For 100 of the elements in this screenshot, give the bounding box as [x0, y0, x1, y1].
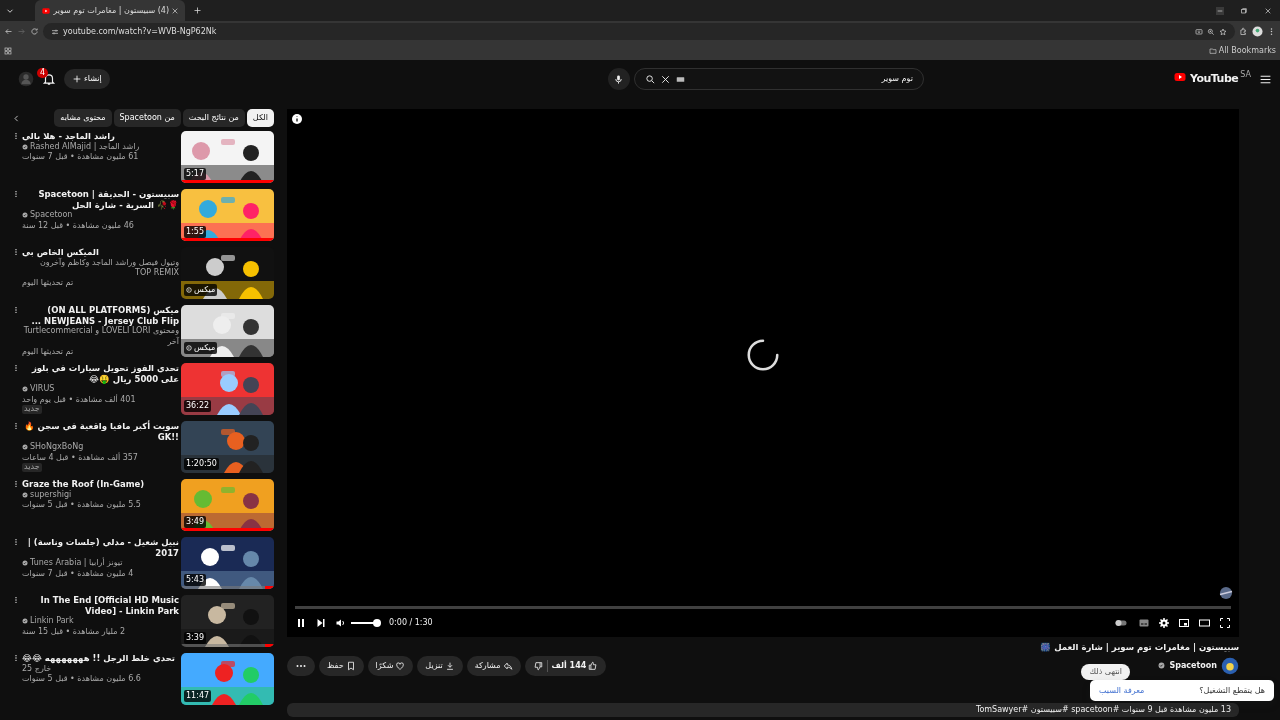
address-field[interactable]: youtube.com/watch?v=WVB-NgP62Nk	[63, 25, 217, 38]
browser-tab[interactable]: (4) سبيستون | مغامرات توم سوير	[35, 0, 185, 21]
more-options-icon[interactable]	[12, 653, 20, 663]
channel-name[interactable]: وتيول فيصل وراشد الماجد وكاظم وآخرون TOP REMIX	[22, 257, 179, 279]
mix-badge: ميكس	[184, 342, 218, 354]
save-button[interactable]: حفظ	[319, 655, 364, 676]
video-meta: تم تحديثها اليوم	[22, 278, 74, 289]
duration-badge: 3:49	[184, 516, 206, 528]
install-app-icon[interactable]	[1195, 27, 1203, 36]
more-options-icon[interactable]	[12, 131, 20, 141]
channel-name[interactable]: تيونز أرابيا | Tunes Arabia	[30, 558, 123, 569]
video-meta: 401 ألف مشاهدة • قبل يوم واحد	[22, 394, 136, 406]
video-title[interactable]: راشد الماجد - هلا بالي	[22, 131, 115, 142]
filter-chip[interactable]: من نتائج البحث	[182, 109, 245, 127]
keyboard-icon[interactable]	[674, 74, 686, 84]
video-title[interactable]: تحدي خلط الرجل !! هههههههه 😂😂	[22, 653, 175, 664]
channel-name[interactable]: SHoNgxBoNg	[30, 442, 84, 453]
minimize-icon[interactable]	[1216, 6, 1224, 15]
new-badge: جديد	[22, 405, 42, 414]
bookmarks-folder[interactable]: All Bookmarks	[1208, 45, 1276, 57]
video-description: 13 مليون مشاهدة قبل 9 سنوات #spacetoon #سبيستون #TomSawyer	[975, 703, 1231, 716]
reload-icon[interactable]	[30, 27, 39, 36]
more-options-icon[interactable]	[12, 363, 20, 373]
back-arrow-icon[interactable]	[4, 27, 13, 36]
clear-icon[interactable]	[659, 73, 671, 85]
bookmark-icon	[345, 660, 356, 671]
dislike-button[interactable]	[532, 660, 543, 671]
video-title[interactable]: Spacetoon | سبيستون - الحديقة السرية - شارة الحل 🥀🌹	[22, 189, 179, 211]
duration-badge: 11:47	[184, 690, 212, 702]
video-title[interactable]: ميكس (ON ALL PLATFORMS) NEWJEANS - Jersey Club Flip ...	[22, 305, 179, 327]
popup-question: هل يتقطع التشغيل؟	[1199, 684, 1265, 697]
video-meta: 61 مليون مشاهدة • قبل 7 سنوات	[22, 152, 139, 163]
new-badge: جديد	[22, 463, 42, 472]
apps-grid-icon[interactable]	[4, 47, 12, 55]
download-button[interactable]: تنزيل	[417, 655, 463, 676]
video-title[interactable]: In The End [Official HD Music Video] - Linkin Park	[22, 595, 179, 617]
fullscreen-icon[interactable]	[1219, 617, 1231, 629]
duration-badge: 3:39	[184, 632, 206, 644]
pause-icon[interactable]	[295, 617, 307, 629]
channel-name[interactable]: VIRUS	[30, 384, 55, 395]
channel-name[interactable]: Turtlecommercial و LOVELI LORI ومحتوى آخر	[22, 326, 179, 348]
channel-watermark-icon[interactable]	[1217, 584, 1235, 602]
filter-chip[interactable]: من Spacetoon	[113, 109, 181, 127]
channel-name[interactable]: خارج 25	[22, 663, 52, 674]
star-icon[interactable]	[1219, 27, 1227, 36]
volume-icon[interactable]	[335, 617, 347, 629]
close-icon[interactable]	[171, 6, 179, 15]
more-options-icon[interactable]	[12, 479, 20, 489]
more-options-icon[interactable]	[12, 305, 20, 315]
heart-icon	[395, 660, 406, 671]
video-title[interactable]: الميكس الخاص بي	[22, 247, 99, 258]
site-settings-icon[interactable]	[51, 27, 59, 36]
video-title[interactable]: نبيل شعيل - مدلي (جلسات وناسة) | 2017	[22, 537, 179, 559]
more-options-icon[interactable]	[12, 421, 20, 431]
theater-mode-icon[interactable]	[1198, 617, 1211, 629]
video-title[interactable]: تحدي الفوز تحويل سيارات في بلوز على 5000 ريال 🤑😂	[22, 363, 179, 385]
thumbs-down-icon	[532, 660, 543, 671]
search-icon[interactable]	[644, 73, 656, 85]
channel-name[interactable]: Spacetoon	[1169, 659, 1217, 672]
learn-why-link[interactable]: معرفة السبب	[1099, 684, 1145, 697]
avatar-icon[interactable]	[18, 71, 34, 87]
download-icon	[444, 660, 455, 671]
channel-avatar-icon[interactable]	[1221, 656, 1239, 675]
chevron-left-icon[interactable]	[12, 113, 21, 123]
more-actions-button[interactable]	[287, 655, 315, 676]
close-icon[interactable]	[1264, 6, 1272, 15]
info-icon[interactable]	[291, 113, 303, 125]
plus-icon[interactable]	[193, 6, 202, 15]
search-field[interactable]: توم سوير	[633, 68, 924, 90]
create-button[interactable]: إنشاء	[64, 69, 110, 89]
channel-name[interactable]: راشد الماجد | Rashed AlMajid	[30, 141, 140, 152]
microphone-button[interactable]	[607, 68, 630, 90]
more-options-icon[interactable]	[12, 537, 20, 547]
subtitles-icon[interactable]	[1138, 617, 1150, 629]
more-options-icon[interactable]	[12, 189, 20, 199]
more-options-icon[interactable]	[12, 595, 20, 605]
settings-icon[interactable]	[1158, 617, 1170, 629]
profile-avatar-icon[interactable]	[1252, 26, 1263, 37]
play-logo-icon	[1172, 70, 1188, 83]
extensions-icon[interactable]	[1239, 27, 1248, 36]
thumbs-up-icon	[588, 660, 599, 671]
restore-icon[interactable]	[1240, 6, 1248, 15]
zoom-icon[interactable]	[1207, 27, 1215, 36]
filter-chip[interactable]: محتوى مشابه	[54, 109, 112, 127]
channel-name[interactable]: Spacetoon	[30, 210, 73, 221]
video-meta: 4 مليون مشاهدة • قبل 7 سنوات	[22, 568, 134, 580]
next-icon[interactable]	[315, 617, 327, 629]
duration-badge: 5:17	[184, 168, 206, 180]
more-options-icon[interactable]	[12, 247, 20, 257]
channel-name[interactable]: Linkin Park	[30, 616, 74, 627]
filter-chip[interactable]: الكل	[246, 109, 274, 127]
thanks-button[interactable]: شكرًا	[367, 655, 414, 676]
video-player[interactable]: 0:00 / 1:30	[287, 109, 1239, 637]
video-title[interactable]: سويت أكبر مافيا واقعية في سجن 🔥 !!GK	[22, 421, 179, 443]
video-title[interactable]: Graze the Roof (In-Game)	[22, 479, 145, 490]
channel-name[interactable]: supershigi	[30, 489, 72, 500]
video-meta: 5.5 مليون مشاهدة • قبل 5 سنوات	[22, 500, 141, 511]
share-button[interactable]: مشاركة	[466, 655, 521, 676]
notification-count: 4	[37, 68, 49, 78]
miniplayer-icon[interactable]	[1178, 617, 1190, 629]
